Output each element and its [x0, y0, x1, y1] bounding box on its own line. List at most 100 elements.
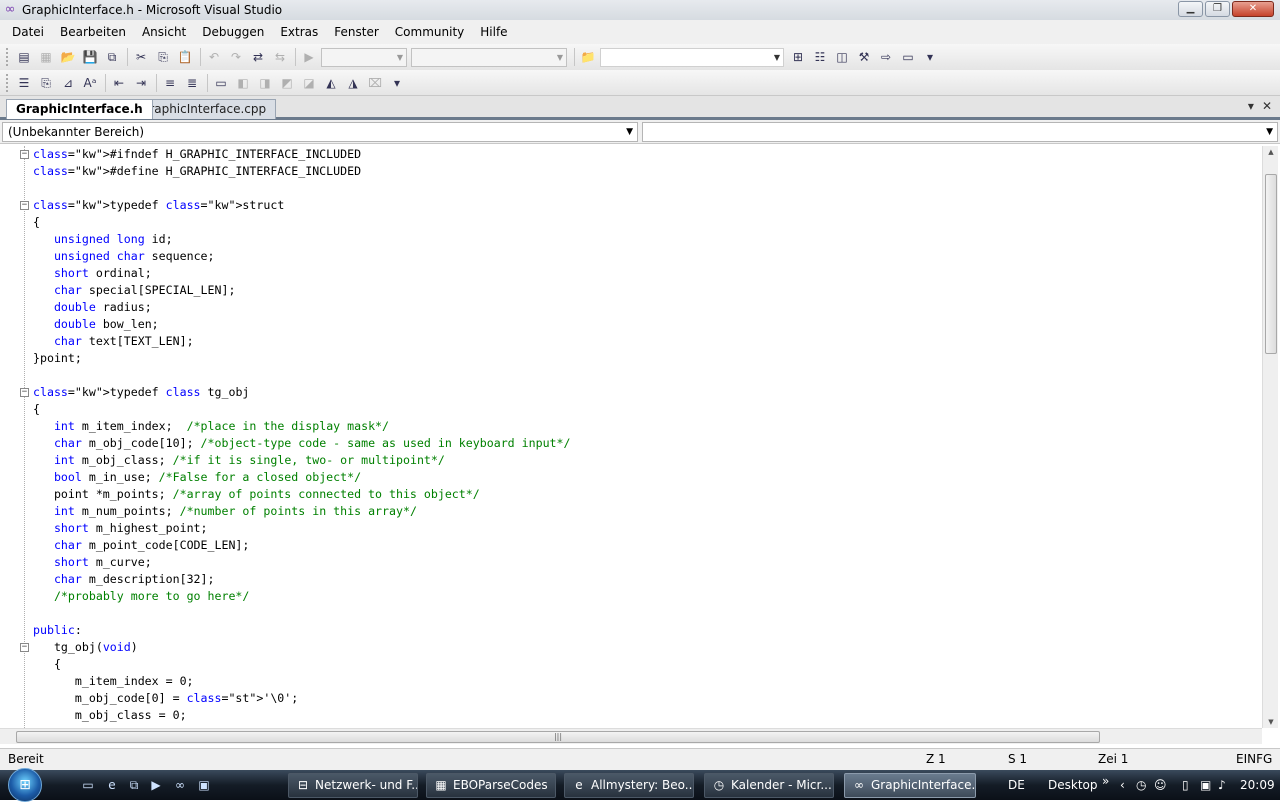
code-line[interactable]: m_item_index = 0;	[33, 673, 194, 690]
cut-icon[interactable]: ✂	[131, 47, 151, 67]
visual-studio-quicklaunch-icon[interactable]: ∞	[172, 777, 188, 793]
code-line[interactable]: m_obj_class = 0;	[33, 707, 187, 724]
tray-messenger-icon[interactable]: ☺	[1154, 775, 1167, 795]
previous-bookmark-in-folder-icon[interactable]: ◩	[277, 73, 297, 93]
vertical-scroll-thumb[interactable]	[1265, 174, 1277, 354]
taskbar-button-network[interactable]: ⊟ Netzwerk- und F...	[288, 773, 418, 798]
add-item-icon[interactable]: ▦	[36, 47, 56, 67]
clear-bookmarks-icon[interactable]: ⌧	[365, 73, 385, 93]
collapse-outline-icon[interactable]: −	[20, 150, 29, 159]
display-object-member-list-icon[interactable]: ☰	[14, 73, 34, 93]
previous-bookmark-in-document-icon[interactable]: ◭	[321, 73, 341, 93]
vertical-scrollbar[interactable]: ▲ ▼	[1262, 146, 1278, 728]
menu-debuggen[interactable]: Debuggen	[194, 20, 272, 44]
horizontal-scrollbar[interactable]: |||	[0, 728, 1262, 744]
collapse-outline-icon[interactable]: −	[20, 643, 29, 652]
menu-datei[interactable]: Datei	[4, 20, 52, 44]
remote-desktop-icon[interactable]: ▣	[196, 777, 212, 793]
next-bookmark-in-document-icon[interactable]: ◮	[343, 73, 363, 93]
solution-explorer-icon[interactable]: ⊞	[788, 47, 808, 67]
scope-combo[interactable]: (Unbekannter Bereich) ▼	[2, 122, 638, 142]
code-line[interactable]: class="kw">#define H_GRAPHIC_INTERFACE_I…	[33, 163, 361, 180]
tab-graphicinterface-h[interactable]: GraphicInterface.h	[6, 99, 153, 119]
save-all-icon[interactable]: ⧉	[102, 47, 122, 67]
collapse-outline-icon[interactable]: −	[20, 201, 29, 210]
navigate-backward-icon[interactable]: ⇄	[248, 47, 268, 67]
next-bookmark-icon[interactable]: ◨	[255, 73, 275, 93]
properties-window-icon[interactable]: ☷	[810, 47, 830, 67]
previous-bookmark-icon[interactable]: ◧	[233, 73, 253, 93]
code-line[interactable]: short m_curve;	[33, 554, 152, 571]
code-line[interactable]: short ordinal;	[33, 265, 152, 282]
paste-icon[interactable]: 📋	[175, 47, 195, 67]
menu-extras[interactable]: Extras	[272, 20, 326, 44]
code-line[interactable]: char m_description[32];	[33, 571, 215, 588]
code-line[interactable]: char special[SPECIAL_LEN];	[33, 282, 235, 299]
navigate-forward-icon[interactable]: ⇆	[270, 47, 290, 67]
code-line[interactable]: double bow_len;	[33, 316, 159, 333]
display-word-completion-icon[interactable]: Aᵃ	[80, 73, 100, 93]
code-line[interactable]: double radius;	[33, 299, 152, 316]
close-document-icon[interactable]: ✕	[1262, 99, 1272, 113]
window-switcher-icon[interactable]: ⧉	[126, 777, 142, 793]
redo-icon[interactable]: ↷	[226, 47, 246, 67]
start-button[interactable]: ⊞	[8, 768, 42, 802]
tray-app-icon[interactable]: ◷	[1136, 775, 1146, 795]
toolbar-options-icon[interactable]: ▾	[387, 73, 407, 93]
maximize-button[interactable]: ❐	[1205, 1, 1230, 17]
save-icon[interactable]: 💾	[80, 47, 100, 67]
code-line[interactable]: char text[TEXT_LEN];	[33, 333, 194, 350]
toolbox-icon[interactable]: ⚒	[854, 47, 874, 67]
internet-explorer-icon[interactable]: e	[104, 777, 120, 793]
taskbar-button-eboparsecodes[interactable]: ▦ EBOParseCodes	[426, 773, 556, 798]
code-line[interactable]: /*probably more to go here*/	[33, 588, 249, 605]
comment-out-lines-icon[interactable]: ≡	[160, 73, 180, 93]
taskbar-button-kalender[interactable]: ◷ Kalender - Micr...	[704, 773, 834, 798]
menu-hilfe[interactable]: Hilfe	[472, 20, 515, 44]
code-line[interactable]: bool m_in_use; /*False for a closed obje…	[33, 469, 361, 486]
code-line[interactable]: short m_highest_point;	[33, 520, 208, 537]
code-line[interactable]: class="kw">#ifndef H_GRAPHIC_INTERFACE_I…	[33, 146, 361, 163]
language-indicator[interactable]: DE	[1008, 775, 1025, 795]
toolbar-grip[interactable]	[6, 73, 10, 92]
network-tray-icon[interactable]: ▣	[1200, 775, 1211, 795]
tray-safely-remove-icon[interactable]: ▯	[1182, 775, 1189, 795]
media-player-icon[interactable]: ▶	[148, 777, 164, 793]
solution-configurations-combo[interactable]: ▼	[321, 47, 407, 67]
start-debug-icon[interactable]: ▶	[299, 47, 319, 67]
code-line[interactable]: int m_obj_class; /*if it is single, two-…	[33, 452, 445, 469]
code-line[interactable]: int m_item_index; /*place in the display…	[33, 418, 389, 435]
tray-expand-icon[interactable]: ‹	[1120, 775, 1125, 795]
toolbar-overflow-chevron[interactable]: »	[1102, 771, 1109, 791]
close-window-button[interactable]: ✕	[1232, 1, 1274, 17]
display-quick-info-icon[interactable]: ⊿	[58, 73, 78, 93]
member-combo[interactable]: ▼	[642, 122, 1278, 142]
code-line[interactable]: m_obj_code[0] = class="st">'\0';	[33, 690, 298, 707]
code-line[interactable]: class="kw">typedef class tg_obj	[33, 384, 249, 401]
collapse-outline-icon[interactable]: −	[20, 388, 29, 397]
code-line[interactable]: tg_obj(void)	[33, 639, 138, 656]
scroll-down-icon[interactable]: ▼	[1265, 718, 1277, 726]
solution-platforms-combo[interactable]: ▼	[411, 47, 567, 67]
toggle-bookmark-icon[interactable]: ▭	[211, 73, 231, 93]
clock[interactable]: 20:09	[1240, 775, 1275, 795]
undo-icon[interactable]: ↶	[204, 47, 224, 67]
new-project-icon[interactable]: ▤	[14, 47, 34, 67]
code-line[interactable]: unsigned char sequence;	[33, 248, 215, 265]
scroll-up-icon[interactable]: ▲	[1265, 148, 1277, 156]
increase-indent-icon[interactable]: ⇥	[131, 73, 151, 93]
display-parameter-info-icon[interactable]: ⎘	[36, 73, 56, 93]
code-line[interactable]: int m_num_points; /*number of points in …	[33, 503, 417, 520]
taskbar-button-allmystery[interactable]: e Allmystery: Beo...	[564, 773, 694, 798]
code-line[interactable]: public:	[33, 622, 82, 639]
volume-icon[interactable]: ♪	[1218, 775, 1226, 795]
menu-fenster[interactable]: Fenster	[326, 20, 387, 44]
code-editor[interactable]: class="kw">#ifndef H_GRAPHIC_INTERFACE_I…	[0, 146, 1262, 728]
minimize-button[interactable]: ▁	[1178, 1, 1203, 17]
menu-community[interactable]: Community	[387, 20, 472, 44]
code-line[interactable]: {	[33, 401, 40, 418]
horizontal-scroll-thumb[interactable]: |||	[16, 731, 1100, 743]
toolbar-grip[interactable]	[6, 48, 10, 66]
open-file-icon[interactable]: 📂	[58, 47, 78, 67]
copy-icon[interactable]: ⎘	[153, 47, 173, 67]
